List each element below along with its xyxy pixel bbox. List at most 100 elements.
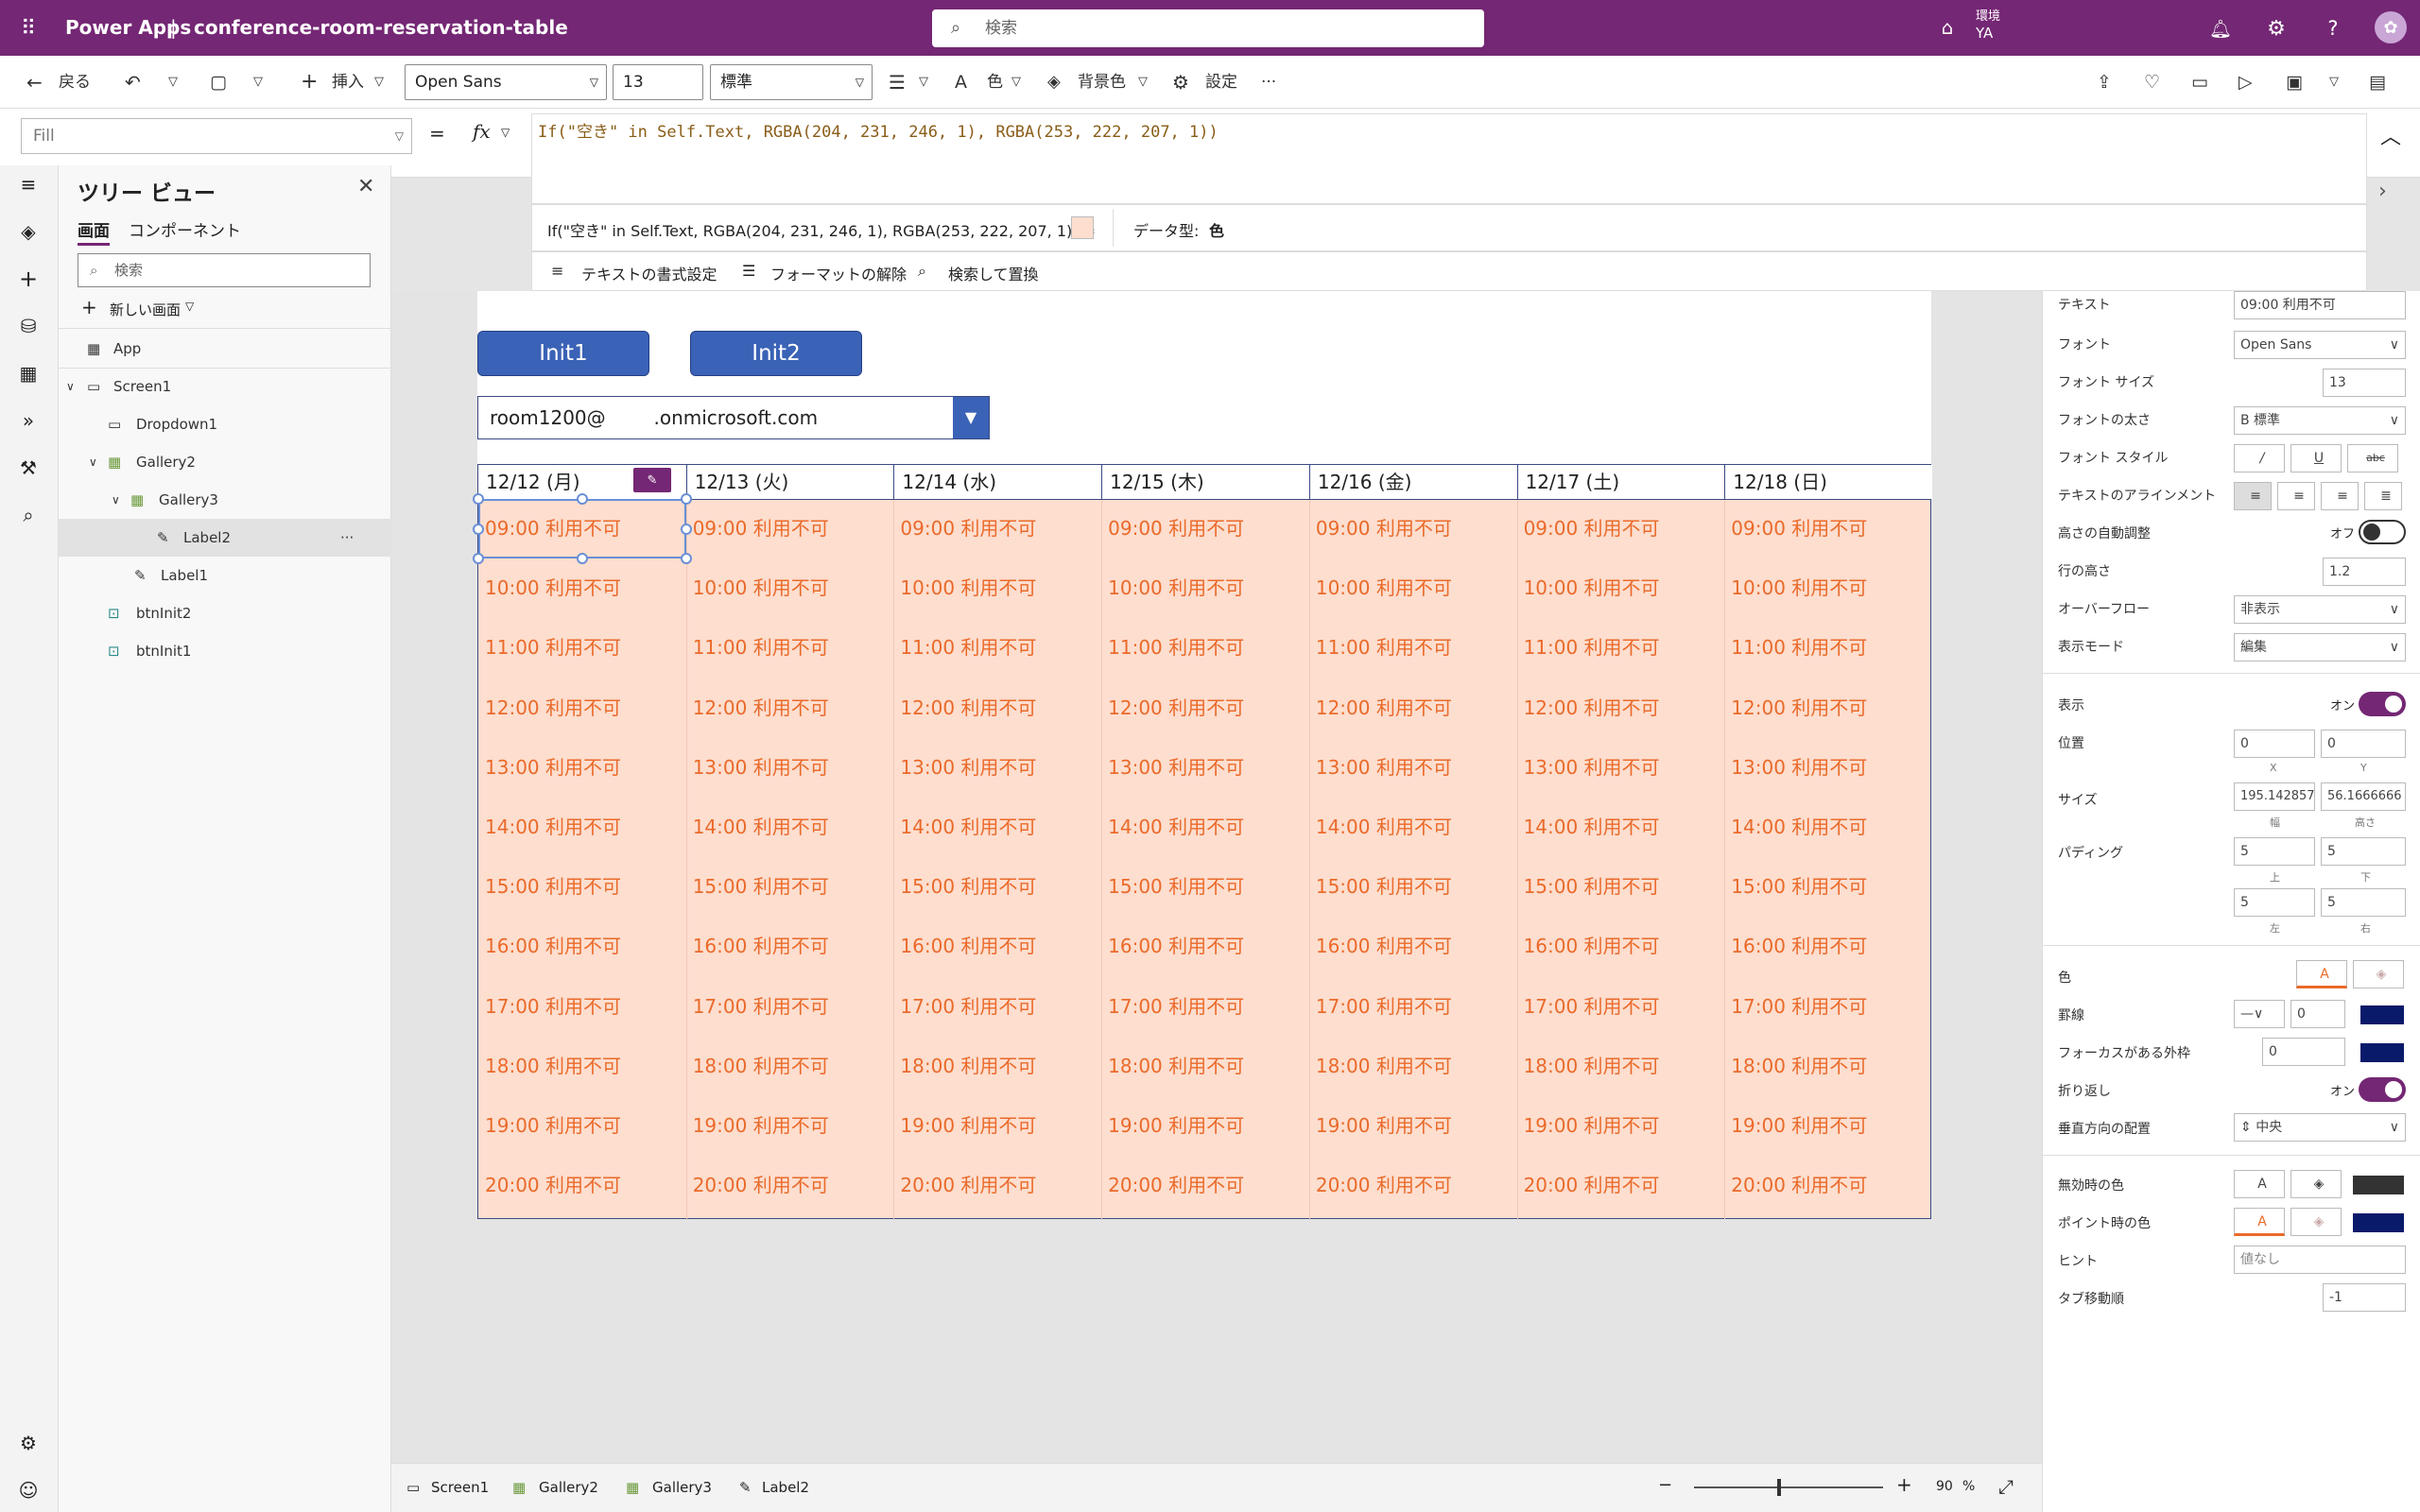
formula-input[interactable]: If("空き" in Self.Text, RGBA(204, 231, 246… <box>531 113 2367 204</box>
tree-item-dropdown1[interactable]: ▭ Dropdown1 <box>59 405 391 443</box>
wrap-toggle[interactable] <box>2359 1077 2406 1102</box>
remove-format-button[interactable]: フォーマットの解除 <box>770 262 907 284</box>
search-icon[interactable]: ⌕ <box>13 500 43 530</box>
slot-cell[interactable]: 18:00 利用不可 <box>1724 1037 1932 1096</box>
slot-cell[interactable]: 09:00 利用不可 <box>1517 499 1725 558</box>
hover-font-color-icon[interactable]: A <box>2234 1208 2285 1236</box>
slot-cell[interactable]: 18:00 利用不可 <box>1517 1037 1725 1096</box>
mode-prop-select[interactable]: 編集 ∨ <box>2234 633 2406 662</box>
tree-item-label1[interactable]: ✎ Label1 <box>59 557 391 594</box>
chevron-down-icon[interactable]: ▽ <box>1138 56 1148 109</box>
fit-screen-icon[interactable]: ⤢ <box>1998 1475 2014 1498</box>
slot-cell[interactable]: 14:00 利用不可 <box>1101 798 1309 857</box>
zoom-in-button[interactable]: + <box>1896 1473 1912 1496</box>
slot-cell[interactable]: 11:00 利用不可 <box>1724 618 1932 678</box>
color-button[interactable]: 色 <box>987 56 1003 109</box>
slot-cell[interactable]: 12:00 利用不可 <box>686 679 894 738</box>
slot-cell[interactable]: 11:00 利用不可 <box>686 618 894 678</box>
slot-cell[interactable]: 10:00 利用不可 <box>1309 558 1517 618</box>
crumb-screen1[interactable]: Screen1 <box>431 1479 489 1496</box>
slot-cell[interactable]: 17:00 利用不可 <box>1101 977 1309 1037</box>
crumb-gallery2[interactable]: Gallery2 <box>539 1479 598 1496</box>
slot-cell[interactable]: 13:00 利用不可 <box>893 738 1101 798</box>
tree-item-btninit2[interactable]: ⊡ btnInit2 <box>59 594 391 632</box>
slot-cell[interactable]: 09:00 利用不可 <box>1724 499 1932 558</box>
slot-cell[interactable]: 16:00 利用不可 <box>686 917 894 976</box>
slot-cell[interactable]: 17:00 利用不可 <box>893 977 1101 1037</box>
slot-cell[interactable]: 15:00 利用不可 <box>1309 857 1517 917</box>
slot-cell[interactable]: 18:00 利用不可 <box>1309 1037 1517 1096</box>
more-button[interactable]: ··· <box>1261 56 1276 109</box>
chevron-down-icon[interactable]: ▽ <box>501 126 510 139</box>
tab-screens[interactable]: 画面 <box>78 217 110 246</box>
fill-icon[interactable]: ◈ <box>1047 56 1061 109</box>
slot-cell[interactable]: 19:00 利用不可 <box>686 1096 894 1156</box>
font-select[interactable]: Open Sans ▽ <box>405 64 607 100</box>
settings-icon[interactable]: ⚙ <box>13 1428 43 1458</box>
slot-cell[interactable]: 11:00 利用不可 <box>893 618 1101 678</box>
slot-cell[interactable]: 18:00 利用不可 <box>1101 1037 1309 1096</box>
slot-cell[interactable]: 15:00 利用不可 <box>1101 857 1309 917</box>
tree-item-screen1[interactable]: ∨ ▭ Screen1 <box>59 368 391 405</box>
slot-cell[interactable]: 13:00 利用不可 <box>686 738 894 798</box>
font-prop-select[interactable]: Open Sans ∨ <box>2234 331 2406 359</box>
disabled-font-color-icon[interactable]: A <box>2234 1170 2285 1198</box>
hover-color-swatch[interactable] <box>2353 1213 2404 1232</box>
settings-gear-icon[interactable]: ⚙ <box>1172 56 1189 109</box>
slot-cell[interactable]: 13:00 利用不可 <box>1101 738 1309 798</box>
slot-cell[interactable]: 15:00 利用不可 <box>478 857 686 917</box>
environment-user[interactable]: YA <box>1976 25 1993 42</box>
slot-cell[interactable]: 09:00 利用不可 <box>686 499 894 558</box>
slot-cell[interactable]: 19:00 利用不可 <box>1517 1096 1725 1156</box>
font-color-icon[interactable]: A <box>2296 960 2347 988</box>
slot-cell[interactable]: 13:00 利用不可 <box>478 738 686 798</box>
slot-cell[interactable]: 20:00 利用不可 <box>1517 1156 1725 1215</box>
slot-cell[interactable]: 17:00 利用不可 <box>1517 977 1725 1037</box>
font-color-icon[interactable]: A <box>955 56 967 109</box>
crumb-gallery3[interactable]: Gallery3 <box>652 1479 712 1496</box>
app-checker-icon[interactable]: ♡ <box>2144 56 2160 109</box>
text-prop-input[interactable]: 09:00 利用不可 <box>2234 291 2406 319</box>
slot-cell[interactable]: 18:00 利用不可 <box>478 1037 686 1096</box>
back-arrow-icon[interactable]: ← <box>26 56 43 109</box>
slot-cell[interactable]: 15:00 利用不可 <box>686 857 894 917</box>
resize-handle[interactable] <box>680 493 692 505</box>
slot-cell[interactable]: 19:00 利用不可 <box>1309 1096 1517 1156</box>
chevron-down-icon[interactable]: ▽ <box>2329 56 2339 109</box>
slot-cell[interactable]: 18:00 利用不可 <box>893 1037 1101 1096</box>
border-color-swatch[interactable] <box>2360 1005 2404 1024</box>
menu-icon[interactable]: ≡ <box>13 169 43 199</box>
plus-icon[interactable]: + <box>81 296 97 318</box>
tab-components[interactable]: コンポーネント <box>129 217 241 241</box>
slot-cell[interactable]: 14:00 利用不可 <box>893 798 1101 857</box>
zoom-out-button[interactable]: − <box>1658 1475 1672 1495</box>
plus-icon[interactable]: + <box>301 56 318 109</box>
width-input[interactable]: 195.142857 <box>2234 782 2315 811</box>
border-style-select[interactable]: —∨ <box>2234 1000 2285 1028</box>
expand-panel-icon[interactable]: › <box>2378 180 2387 203</box>
align-icon[interactable]: ☰ <box>889 56 906 109</box>
slot-cell[interactable]: 16:00 利用不可 <box>1724 917 1932 976</box>
slot-cell[interactable]: 19:00 利用不可 <box>893 1096 1101 1156</box>
find-replace-button[interactable]: 検索して置換 <box>948 262 1039 284</box>
slot-cell[interactable]: 16:00 利用不可 <box>1309 917 1517 976</box>
tree-view-icon[interactable]: ◈ <box>13 216 43 247</box>
chevron-down-icon[interactable]: ▽ <box>919 56 928 109</box>
chevron-down-icon[interactable]: ▽ <box>374 56 384 109</box>
share-icon[interactable]: ⇪ <box>2097 56 2112 109</box>
slot-cell[interactable]: 10:00 利用不可 <box>1517 558 1725 618</box>
slot-cell[interactable]: 12:00 利用不可 <box>478 679 686 738</box>
slot-cell[interactable]: 09:00 利用不可 <box>1101 499 1309 558</box>
resize-handle[interactable] <box>473 523 484 535</box>
visible-toggle[interactable] <box>2359 692 2406 716</box>
tree-item-gallery3[interactable]: ∨ ▦ Gallery3 <box>59 481 391 519</box>
padding-right-input[interactable]: 5 <box>2321 888 2406 917</box>
underline-button[interactable]: U <box>2290 444 2342 472</box>
slot-cell[interactable]: 20:00 利用不可 <box>1724 1156 1932 1215</box>
padding-bottom-input[interactable]: 5 <box>2321 837 2406 866</box>
play-icon[interactable]: ▷ <box>2238 56 2253 109</box>
valign-prop-select[interactable]: ⇕ 中央 ∨ <box>2234 1113 2406 1142</box>
help-icon[interactable]: ? <box>2320 15 2346 42</box>
btn-init1[interactable]: Init1 <box>477 331 649 376</box>
remove-format-icon[interactable]: ☰ <box>742 262 755 280</box>
